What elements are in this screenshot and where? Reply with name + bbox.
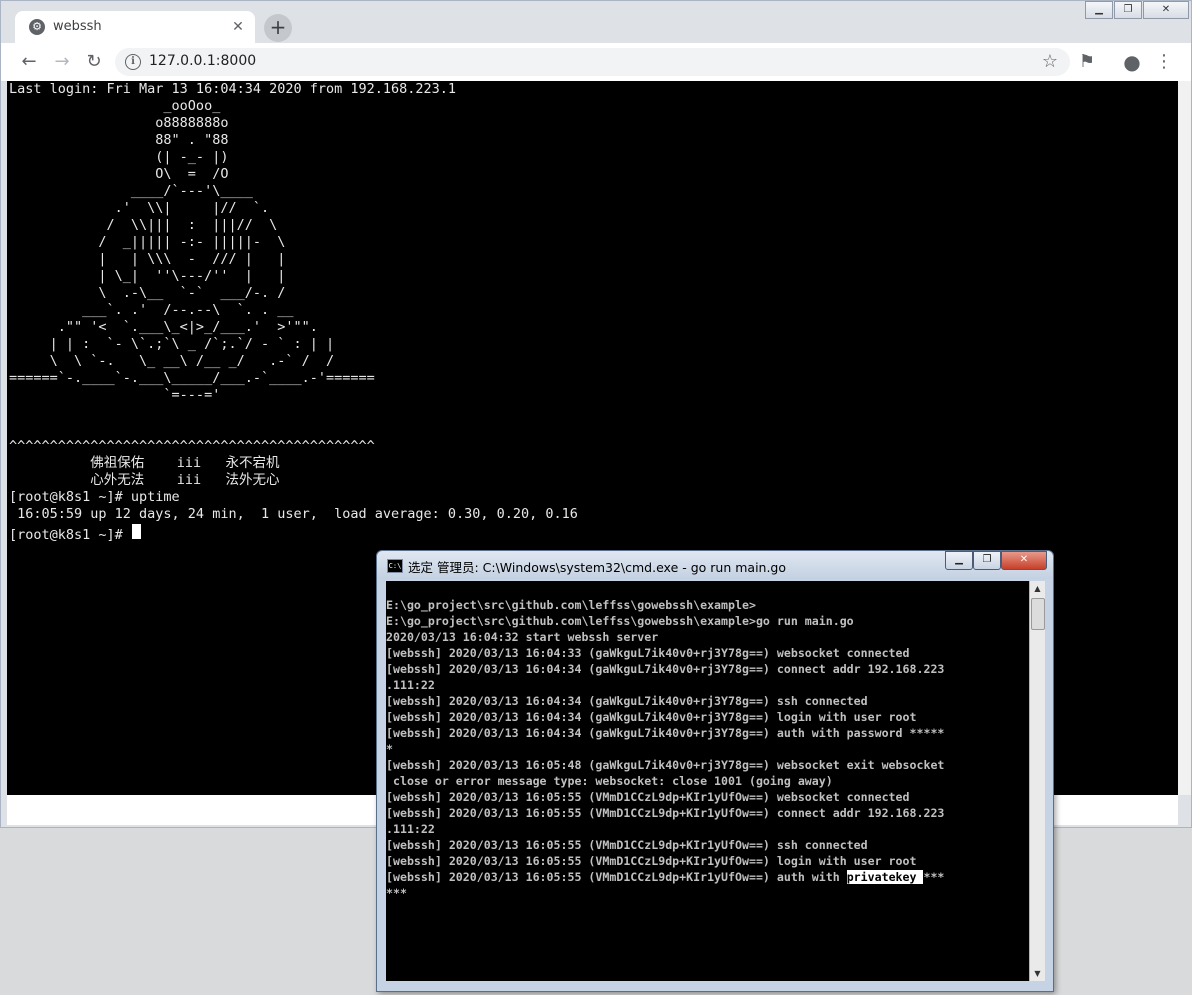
cmd-line: [webssh] 2020/03/13 16:04:34 (gaWkguL7ik…: [386, 710, 917, 724]
terminal-line: \ .-\__ `-` ___/-. /: [9, 285, 286, 301]
terminal-line: ======`-.____`-.___\_____/___.-`____.-'=…: [9, 370, 375, 386]
minimize-button[interactable]: ▁: [1085, 1, 1113, 19]
terminal-line: [root@k8s1 ~]# uptime: [9, 489, 180, 505]
cmd-line: ***: [386, 886, 407, 900]
terminal-line: | | : `- \`.;`\ _ /`;.`/ - ` : | |: [9, 336, 335, 352]
kebab-menu-icon[interactable]: ⋮: [1153, 51, 1175, 73]
terminal-line: | | \\\ - /// | |: [9, 251, 286, 267]
page-scrollbar[interactable]: [1178, 81, 1191, 795]
terminal-line: `=---=': [9, 387, 221, 403]
account-icon[interactable]: ●: [1121, 51, 1143, 73]
cmd-line: 2020/03/13 16:04:32 start webssh server: [386, 630, 659, 644]
terminal-line: 16:05:59 up 12 days, 24 min, 1 user, loa…: [9, 506, 578, 522]
terminal-line: 88" . "88: [9, 132, 229, 148]
cmd-line: [webssh] 2020/03/13 16:05:55 (VMmD1CCzL9…: [386, 854, 917, 868]
cmd-window-controls: ▁ ❐ ✕: [945, 551, 1047, 570]
forward-arrow-icon[interactable]: →: [51, 51, 73, 73]
info-icon[interactable]: i: [125, 54, 141, 70]
terminal-line: \ \ `-. \_ __\ /__ _/ .-` / /: [9, 353, 335, 369]
terminal-line: Last login: Fri Mar 13 16:04:34 2020 fro…: [9, 81, 457, 97]
cmd-line-suffix: ***: [923, 870, 945, 884]
cmd-icon: C:\: [387, 559, 403, 573]
gear-favicon-icon: ⚙: [29, 19, 45, 35]
cmd-line: [webssh] 2020/03/13 16:04:33 (gaWkguL7ik…: [386, 646, 910, 660]
cmd-line: [webssh] 2020/03/13 16:05:55 (VMmD1CCzL9…: [386, 806, 945, 820]
terminal-output: Last login: Fri Mar 13 16:04:34 2020 fro…: [9, 81, 578, 543]
cmd-title: 选定 管理员: C:\Windows\system32\cmd.exe - go…: [408, 560, 787, 575]
terminal-line: | \_| ''\---/'' | |: [9, 268, 286, 284]
terminal-line: .' \\| |// `.: [9, 200, 270, 216]
cmd-selection-highlight[interactable]: privatekey: [846, 870, 924, 884]
terminal-line: o8888888o: [9, 115, 229, 131]
terminal-line: O\ = /O: [9, 166, 229, 182]
tab-webssh[interactable]: ⚙ webssh ✕: [15, 11, 255, 43]
browser-toolbar: ← → ↻ i 127.0.0.1:8000 ☆ ⚑ ● ⋮: [1, 43, 1191, 82]
cmd-line: close or error message type: websocket: …: [386, 774, 833, 788]
cmd-line: [webssh] 2020/03/13 16:05:55 (VMmD1CCzL9…: [386, 869, 944, 885]
reload-icon[interactable]: ↻: [83, 51, 105, 73]
cmd-line: E:\go_project\src\github.com\leffss\gowe…: [386, 614, 854, 628]
terminal-line: ."" '< `.___\_<|>_/___.' >'"".: [9, 319, 318, 335]
terminal-line: ____/`---'\____: [9, 183, 253, 199]
cmd-line: [webssh] 2020/03/13 16:04:34 (gaWkguL7ik…: [386, 694, 868, 708]
terminal-line: 佛祖保佑 iii 永不宕机: [9, 455, 280, 471]
cmd-line: E:\go_project\src\github.com\leffss\gowe…: [386, 598, 756, 612]
terminal-line: 心外无法 iii 法外无心: [9, 472, 280, 488]
cmd-line: .111:22: [386, 678, 435, 692]
cmd-line: [webssh] 2020/03/13 16:05:48 (gaWkguL7ik…: [386, 758, 945, 772]
cmd-maximize-button[interactable]: ❐: [973, 551, 1001, 570]
maximize-button[interactable]: ❐: [1114, 1, 1142, 19]
terminal-line: (| -_- |): [9, 149, 229, 165]
terminal-line: / _||||| -:- |||||- \: [9, 234, 286, 250]
terminal-line: ___`. .' /--.--\ `. . __: [9, 302, 294, 318]
cmd-scrollbar[interactable]: ▲ ▼: [1029, 581, 1045, 981]
terminal-line: / \\||| : |||// \: [9, 217, 278, 233]
tab-close-icon[interactable]: ✕: [229, 18, 247, 36]
window-controls: ▁ ❐ ✕: [1084, 1, 1189, 19]
cmd-line-prefix: [webssh] 2020/03/13 16:05:55 (VMmD1CCzL9…: [386, 870, 847, 884]
cmd-titlebar[interactable]: C:\ 选定 管理员: C:\Windows\system32\cmd.exe …: [377, 551, 1053, 579]
cmd-line: [webssh] 2020/03/13 16:05:55 (VMmD1CCzL9…: [386, 838, 868, 852]
close-window-button[interactable]: ✕: [1143, 1, 1189, 19]
cmd-line: *: [386, 742, 393, 756]
cmd-line: [webssh] 2020/03/13 16:04:34 (gaWkguL7ik…: [386, 662, 945, 676]
flag-icon[interactable]: ⚑: [1076, 51, 1098, 73]
address-bar[interactable]: i 127.0.0.1:8000 ☆: [115, 48, 1070, 76]
scroll-up-arrow-icon[interactable]: ▲: [1030, 581, 1045, 596]
cmd-output: E:\go_project\src\github.com\leffss\gowe…: [386, 597, 944, 901]
terminal-prompt-line: [root@k8s1 ~]#: [9, 523, 578, 543]
tab-title: webssh: [53, 19, 102, 34]
cmd-line: .111:22: [386, 822, 435, 836]
terminal-line: _ooOoo_: [9, 98, 221, 114]
new-tab-button[interactable]: +: [264, 14, 292, 42]
cmd-line: [webssh] 2020/03/13 16:05:55 (VMmD1CCzL9…: [386, 790, 910, 804]
cmd-console[interactable]: E:\go_project\src\github.com\leffss\gowe…: [386, 581, 1029, 981]
star-icon[interactable]: ☆: [1042, 51, 1058, 72]
url-text[interactable]: 127.0.0.1:8000: [149, 53, 256, 69]
scroll-thumb[interactable]: [1031, 598, 1045, 630]
scroll-down-arrow-icon[interactable]: ▼: [1030, 966, 1045, 981]
cmd-minimize-button[interactable]: ▁: [945, 551, 973, 570]
terminal-cursor: [131, 524, 141, 539]
back-arrow-icon[interactable]: ←: [18, 51, 40, 73]
terminal-prompt: [root@k8s1 ~]#: [9, 527, 131, 543]
browser-titlebar: ⚙ webssh ✕ + ▁ ❐ ✕: [1, 1, 1191, 43]
terminal-line: ^^^^^^^^^^^^^^^^^^^^^^^^^^^^^^^^^^^^^^^^…: [9, 438, 375, 454]
cmd-line: [webssh] 2020/03/13 16:04:34 (gaWkguL7ik…: [386, 726, 945, 740]
cmd-close-button[interactable]: ✕: [1001, 551, 1047, 570]
cmd-window: C:\ 选定 管理员: C:\Windows\system32\cmd.exe …: [376, 550, 1054, 992]
